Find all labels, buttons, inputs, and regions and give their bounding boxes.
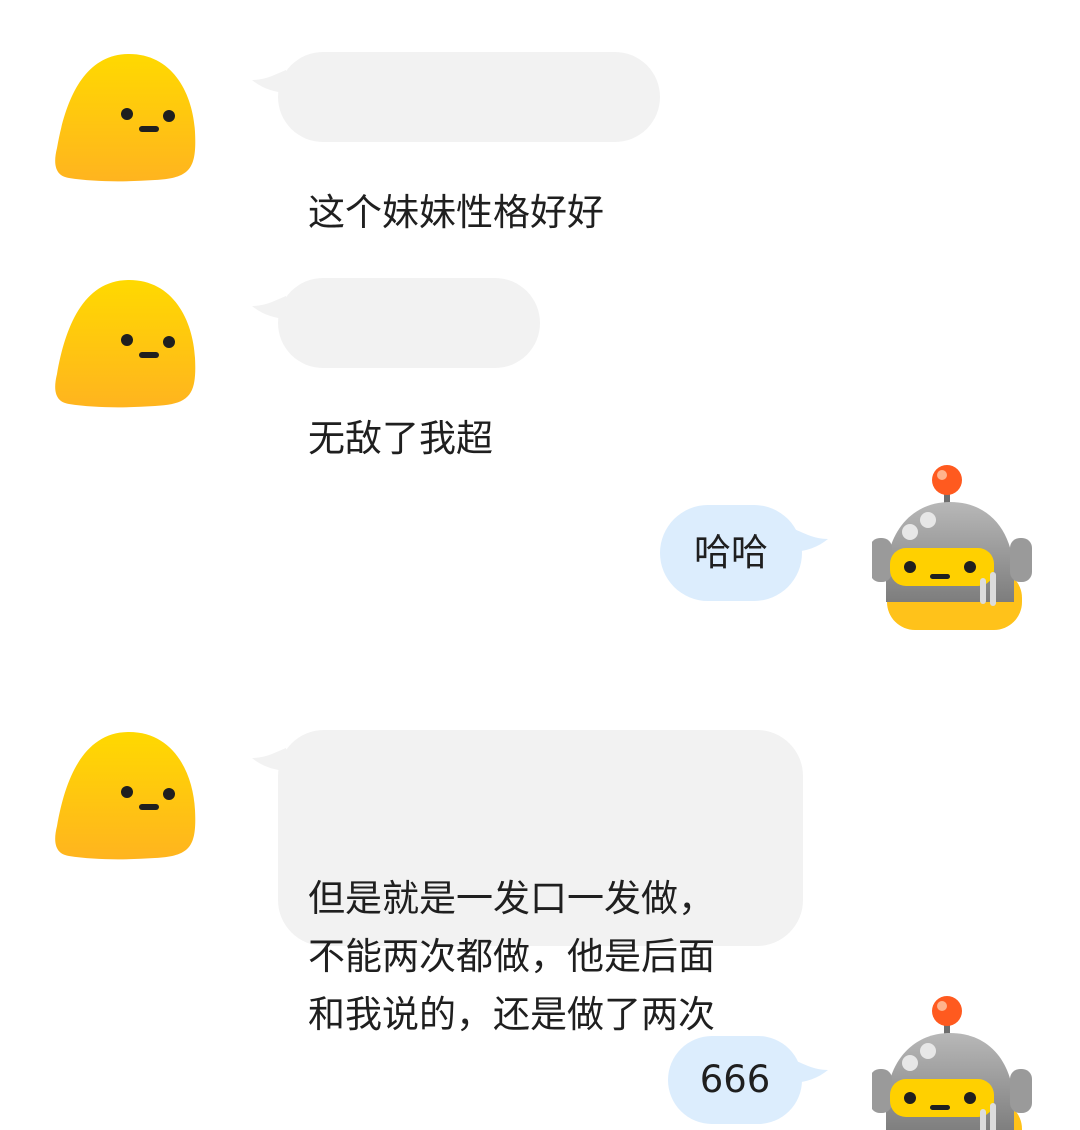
message-text: 无敌了我超 xyxy=(308,417,493,460)
robot-avatar-icon[interactable] xyxy=(872,462,1037,637)
message-bubble-outgoing[interactable]: 666 xyxy=(668,1036,828,1124)
message-bubble-incoming[interactable]: 但是就是一发口一发做， 不能两次都做，他是后面 和我说的，还是做了两次 xyxy=(252,730,803,1036)
message-text: 哈哈 xyxy=(694,531,768,574)
message-text: 666 xyxy=(699,1058,771,1101)
yellow-blob-avatar-icon[interactable] xyxy=(55,278,205,418)
yellow-blob-avatar-icon[interactable] xyxy=(55,730,205,870)
message-text: 但是就是一发口一发做， 不能两次都做，他是后面 和我说的，还是做了两次 xyxy=(308,877,715,1036)
message-bubble-incoming[interactable]: 这个妹妹性格好好 xyxy=(252,52,660,234)
yellow-blob-avatar-icon[interactable] xyxy=(55,52,205,192)
message-bubble-incoming[interactable]: 无敌了我超 xyxy=(252,278,540,460)
message-text: 这个妹妹性格好好 xyxy=(308,191,604,234)
robot-avatar-icon[interactable] xyxy=(872,993,1037,1130)
message-bubble-outgoing[interactable]: 哈哈 xyxy=(660,505,828,601)
